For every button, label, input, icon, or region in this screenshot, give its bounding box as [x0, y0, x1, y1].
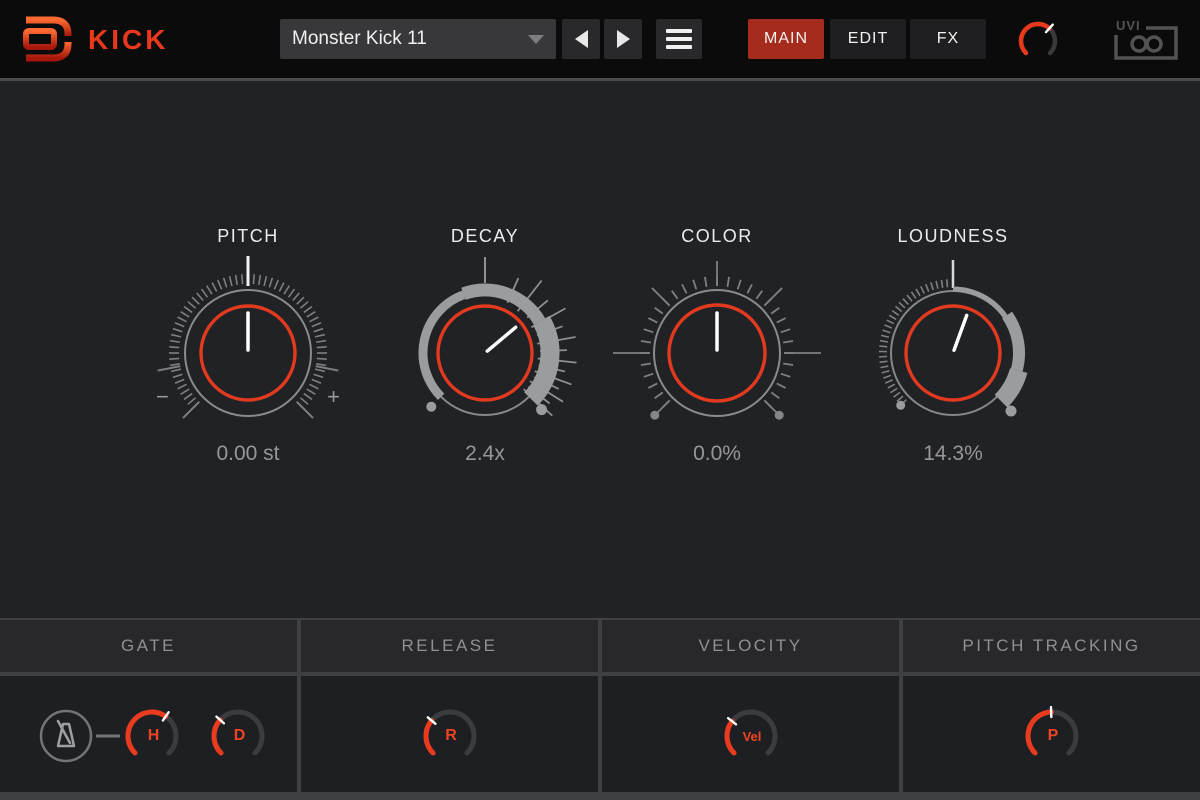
pitch-knob-section: PITCH − + 0.00 st — [138, 226, 358, 466]
preset-name: Monster Kick 11 — [292, 28, 427, 50]
gate-panel: GATE H D — [0, 620, 297, 792]
pitch-tracking-knob[interactable]: P — [1020, 704, 1084, 768]
previous-preset-button[interactable] — [562, 19, 600, 59]
connector-dash — [96, 735, 120, 738]
velocity-title: VELOCITY — [602, 620, 899, 672]
release-panel: RELEASE R — [301, 620, 598, 792]
bottom-panel-row: GATE H D RELEASE R — [0, 618, 1200, 800]
master-volume-knob[interactable] — [1010, 13, 1066, 69]
color-knob[interactable] — [617, 253, 817, 453]
menu-button[interactable] — [656, 19, 702, 59]
chevron-down-icon — [528, 35, 544, 44]
pitch-knob[interactable] — [148, 253, 348, 453]
velocity-panel: VELOCITY Vel — [602, 620, 899, 792]
metronome-icon[interactable] — [38, 708, 94, 764]
decay-label: DECAY — [375, 226, 595, 247]
top-bar: KICK Monster Kick 11 MAIN EDIT FX UVI — [0, 0, 1200, 81]
app-title: KICK — [88, 24, 168, 56]
release-knob-label: R — [418, 704, 482, 768]
velocity-knob-label: Vel — [719, 704, 783, 768]
gate-decay-knob[interactable]: D — [206, 704, 270, 768]
pitch-tracking-title: PITCH TRACKING — [903, 620, 1200, 672]
hamburger-icon — [666, 29, 692, 33]
release-title: RELEASE — [301, 620, 598, 672]
arrow-left-icon — [575, 30, 588, 48]
uvi-brand-text: UVI — [1116, 18, 1141, 33]
tab-main[interactable]: MAIN — [748, 19, 824, 59]
pitch-plus-label: + — [327, 384, 340, 410]
color-knob-section: COLOR 0.0% — [607, 226, 827, 466]
color-label: COLOR — [607, 226, 827, 247]
decay-knob-section: DECAY 2.4x — [375, 226, 595, 466]
gate-hold-knob[interactable]: H — [120, 704, 184, 768]
arrow-right-icon — [617, 30, 630, 48]
loudness-knob[interactable] — [853, 253, 1053, 453]
gate-hold-knob-label: H — [120, 704, 184, 768]
loudness-label: LOUDNESS — [843, 226, 1063, 247]
gate-decay-knob-label: D — [206, 704, 270, 768]
loudness-knob-section: LOUDNESS 14.3% — [843, 226, 1063, 466]
pitch-label: PITCH — [138, 226, 358, 247]
pitch-tracking-knob-label: P — [1020, 704, 1084, 768]
uvi-logo: UVI — [1112, 18, 1180, 67]
tab-fx[interactable]: FX — [910, 19, 986, 59]
release-knob[interactable]: R — [418, 704, 482, 768]
tab-edit[interactable]: EDIT — [830, 19, 906, 59]
next-preset-button[interactable] — [604, 19, 642, 59]
velocity-knob[interactable]: Vel — [719, 704, 783, 768]
decay-knob[interactable] — [385, 253, 585, 453]
kick-logo-icon — [18, 11, 72, 67]
pitch-tracking-panel: PITCH TRACKING P — [903, 620, 1200, 792]
preset-selector[interactable]: Monster Kick 11 — [280, 19, 556, 59]
pitch-minus-label: − — [156, 384, 169, 410]
gate-title: GATE — [0, 620, 297, 672]
